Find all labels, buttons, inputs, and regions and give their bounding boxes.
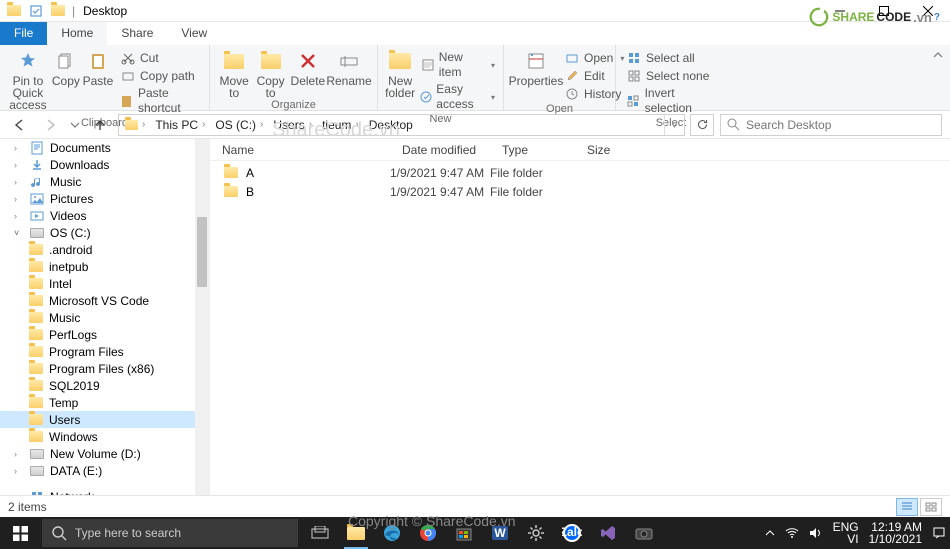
folder-icon [6,3,22,19]
back-button[interactable] [8,114,32,136]
svg-text:W: W [494,526,506,540]
up-button[interactable] [88,114,112,136]
tree-item[interactable]: ›Pictures [0,190,209,207]
taskbar-word[interactable]: W [482,517,518,549]
view-details-button[interactable] [896,498,918,516]
tree-item[interactable]: ›Music [0,173,209,190]
cut-button[interactable]: Cut [118,49,203,67]
tree-item[interactable]: Program Files (x86) [0,360,209,377]
search-input[interactable] [720,114,942,136]
column-date[interactable]: Date modified [390,143,490,157]
move-to-button[interactable]: Move to [216,47,252,99]
view-icons-button[interactable] [920,498,942,516]
tree-item[interactable]: .android [0,241,209,258]
properties-button[interactable]: Properties [510,47,562,87]
invert-selection-button[interactable]: Invert selection [624,85,720,117]
tree-item[interactable]: ›Videos [0,207,209,224]
tree-item[interactable]: Intel [0,275,209,292]
select-all-button[interactable]: Select all [624,49,720,67]
copy-path-button[interactable]: Copy path [118,67,203,85]
qat-item[interactable] [28,3,44,19]
file-row[interactable]: A1/9/2021 9:47 AMFile folder [210,163,950,182]
tree-item[interactable]: Music [0,309,209,326]
easy-access-button[interactable]: Easy access▾ [418,81,497,113]
column-size[interactable]: Size [575,143,635,157]
refresh-button[interactable] [690,114,714,136]
new-folder-button[interactable]: New folder [384,47,416,99]
tree-item[interactable]: ˅OS (C:) [0,224,209,241]
taskbar-explorer[interactable] [338,517,374,549]
tree-item[interactable]: SQL2019 [0,377,209,394]
tray-wifi-icon[interactable] [785,527,799,539]
tree-item[interactable]: Windows [0,428,209,445]
taskbar-chrome[interactable] [410,517,446,549]
task-view-button[interactable] [302,517,338,549]
tab-view[interactable]: View [167,22,221,45]
taskbar-edge[interactable] [374,517,410,549]
file-row[interactable]: B1/9/2021 9:47 AMFile folder [210,182,950,201]
tree-item[interactable]: ›New Volume (D:) [0,445,209,462]
column-type[interactable]: Type [490,143,575,157]
tree-item[interactable]: ›Downloads [0,156,209,173]
search-icon [52,526,67,541]
taskbar-camera[interactable] [626,517,662,549]
scrollbar-thumb[interactable] [197,217,207,287]
sharecode-logo: SHARECODE.vn? [808,6,940,28]
forward-button[interactable] [38,114,62,136]
chevron-down-icon[interactable]: ˅ [664,115,684,135]
recent-button[interactable] [68,114,82,136]
taskbar-zalo[interactable]: Zalo [554,517,590,549]
breadcrumb[interactable]: › This PC› OS (C:)› Users› tieum› Deskto… [118,114,685,136]
column-name[interactable]: Name [210,143,390,157]
svg-text:Zalo: Zalo [562,525,582,539]
tree-item[interactable]: ›DATA (E:) [0,462,209,479]
new-item-button[interactable]: New item▾ [418,49,497,81]
tray-notifications-icon[interactable] [932,526,946,540]
tab-file[interactable]: File [0,22,47,45]
tree-item[interactable]: ›Documents [0,139,209,156]
tray-language[interactable]: ENGVI [833,521,859,545]
scrollbar[interactable] [195,139,209,495]
copy-button[interactable]: Copy [50,47,82,87]
taskbar-search[interactable]: Type here to search [42,519,298,547]
tab-share[interactable]: Share [107,22,167,45]
tree-item[interactable]: PerfLogs [0,326,209,343]
tree-item[interactable]: ›Network [0,488,209,495]
taskbar-visualstudio[interactable] [590,517,626,549]
pin-quick-access-button[interactable]: Pin to Quick access [6,47,50,111]
taskbar-settings[interactable] [518,517,554,549]
folder-icon [50,3,66,19]
paste-shortcut-button[interactable]: Paste shortcut [118,85,203,117]
select-none-button[interactable]: Select none [624,67,720,85]
tray-clock[interactable]: 12:19 AM1/10/2021 [869,521,922,545]
tree-item[interactable]: Temp [0,394,209,411]
nav-tree[interactable]: ›Documents›Downloads›Music›Pictures›Vide… [0,139,210,495]
start-button[interactable] [0,517,40,549]
search-icon [727,118,740,131]
tree-item[interactable]: Users [0,411,209,428]
window-title: Desktop [83,4,127,18]
rename-button[interactable]: Rename [327,47,371,87]
tree-item[interactable]: Microsoft VS Code [0,292,209,309]
status-text: 2 items [8,500,47,514]
tree-item[interactable]: inetpub [0,258,209,275]
tab-home[interactable]: Home [47,22,107,45]
tray-chevron-icon[interactable] [765,528,775,538]
tray-volume-icon[interactable] [809,527,823,539]
delete-button[interactable]: Delete [289,47,327,87]
tree-item[interactable]: Program Files [0,343,209,360]
ribbon-collapse-button[interactable] [926,45,950,110]
taskbar-store[interactable] [446,517,482,549]
copy-to-button[interactable]: Copy to [252,47,288,99]
paste-button[interactable]: Paste [82,47,114,87]
